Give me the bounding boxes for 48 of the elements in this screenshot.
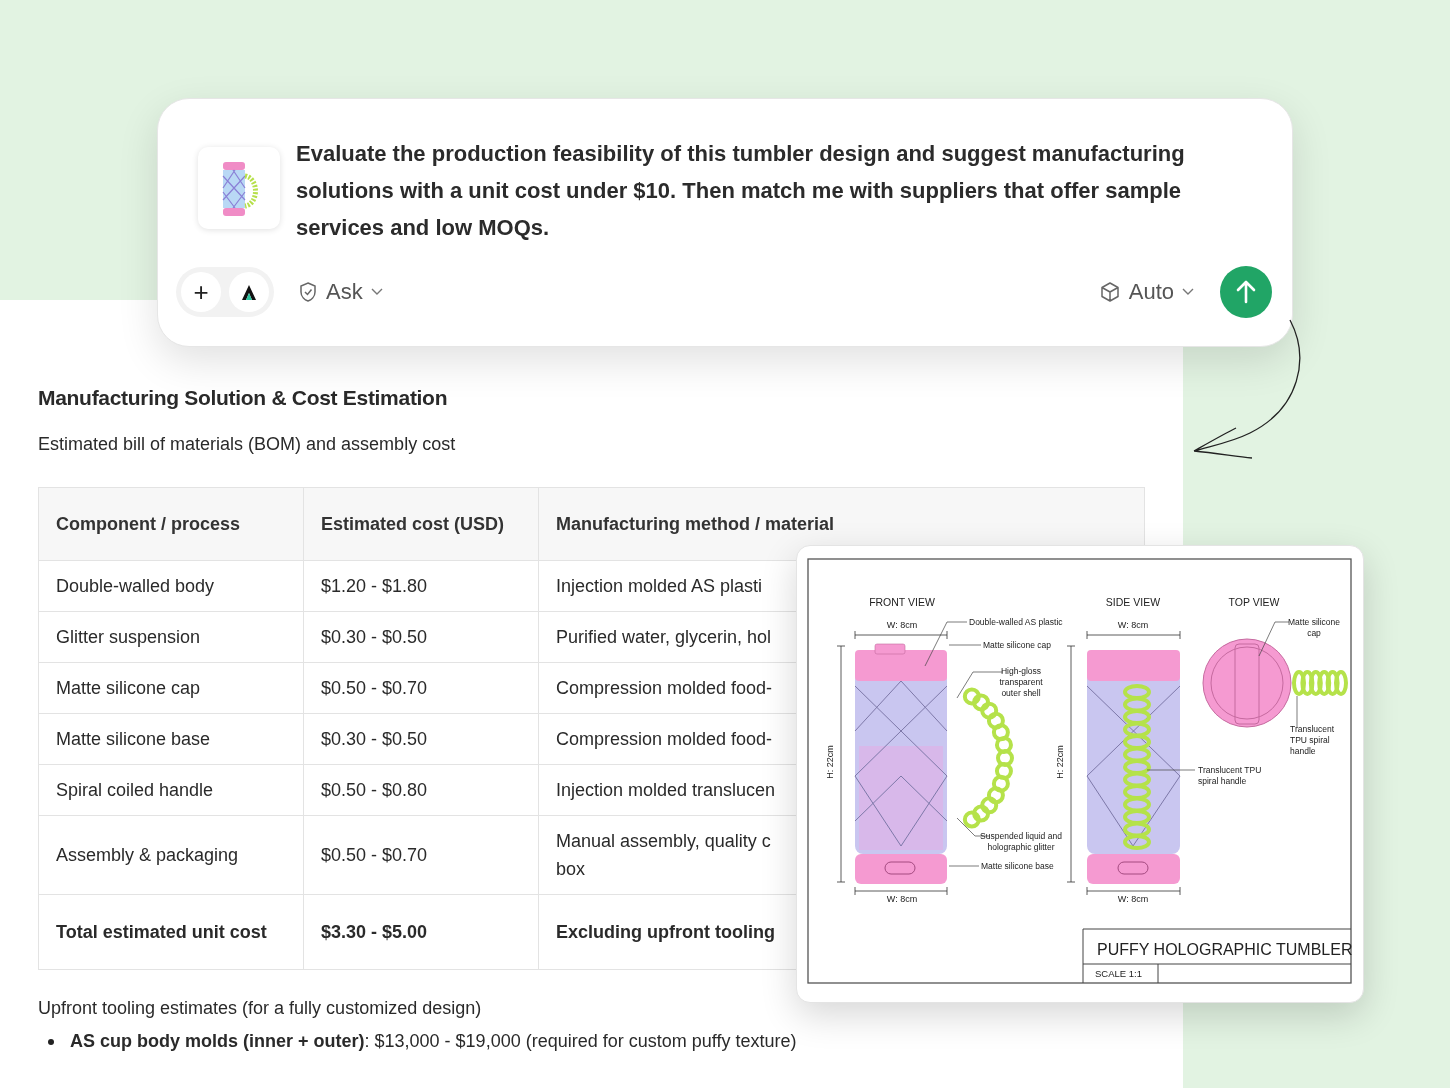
scale-label: SCALE 1:1 bbox=[1095, 968, 1142, 979]
table-cell: $3.30 - $5.00 bbox=[303, 895, 538, 969]
add-button[interactable]: + bbox=[181, 272, 221, 312]
chevron-down-icon bbox=[1182, 288, 1194, 296]
prompt-text: Evaluate the production feasibility of this tumbler design and suggest manufacturing solutions with a unit cost under $10. Then match me with suppliers that offer sample services and low MOQs. bbox=[296, 140, 1186, 242]
send-button[interactable] bbox=[1220, 266, 1272, 318]
table-cell: $0.50 - $0.80 bbox=[303, 765, 538, 815]
callout-label: High-gloss transparent outer shell bbox=[999, 666, 1043, 698]
section-subtitle: Estimated bill of materials (BOM) and assembly cost bbox=[38, 434, 457, 455]
logo-button[interactable] bbox=[229, 272, 269, 312]
shield-check-icon bbox=[298, 281, 318, 303]
table-cell-text: Double-walled body bbox=[55, 575, 216, 598]
callout-label: Double-walled AS plastic bbox=[969, 617, 1063, 627]
view-label: FRONT VIEW bbox=[869, 596, 935, 608]
table-cell-text: Assembly & packaging bbox=[55, 844, 240, 867]
cube-icon bbox=[1098, 281, 1121, 303]
table-cell-text: Total estimated unit cost bbox=[55, 921, 268, 944]
table-cell: $0.30 - $0.50 bbox=[303, 612, 538, 662]
dimension-label: W: 8cm bbox=[886, 620, 918, 630]
leader-line bbox=[1146, 769, 1196, 771]
bullet-icon bbox=[48, 1038, 54, 1045]
callout-label: Matte silicone cap bbox=[983, 640, 1052, 650]
column-header: Component / process bbox=[55, 513, 242, 536]
leader-line bbox=[948, 865, 980, 867]
table-cell: $1.20 - $1.80 bbox=[303, 561, 538, 611]
leader-line bbox=[1296, 695, 1298, 729]
table-cell: $0.30 - $0.50 bbox=[303, 714, 538, 764]
mode-dropdown[interactable]: Ask bbox=[298, 279, 383, 305]
table-cell-text: Matte silicone cap bbox=[55, 677, 202, 700]
callout-label: Matte silicone base bbox=[981, 861, 1054, 871]
dimension-label: W: 8cm bbox=[886, 894, 918, 904]
table-cell: $0.50 - $0.70 bbox=[303, 663, 538, 713]
callout-label: Translucent TPU spiral handle bbox=[1198, 765, 1262, 786]
chevron-down-icon bbox=[370, 288, 383, 296]
table-cell-text: Spiral coiled handle bbox=[55, 779, 215, 802]
tooling-intro: Upfront tooling estimates (for a fully customized design) bbox=[38, 998, 483, 1019]
section-title: Manufacturing Solution & Cost Estimation bbox=[38, 386, 449, 410]
leader-line bbox=[1258, 621, 1290, 657]
callout-label: Suspended liquid and holographic glitter bbox=[980, 831, 1062, 852]
view-label: TOP VIEW bbox=[1228, 596, 1280, 608]
model-dropdown[interactable]: Auto bbox=[1098, 279, 1194, 305]
callout-label: Translucent TPU spiral handle bbox=[1290, 724, 1335, 756]
table-cell-text: Glitter suspension bbox=[55, 626, 202, 649]
callout-label: Matte silicone cap bbox=[1288, 617, 1340, 638]
arrow-up-icon bbox=[1235, 280, 1257, 304]
tooling-item: AS cup body molds (inner + outer): $13,000 - $19,000 (required for custom puffy texture) bbox=[70, 1031, 797, 1052]
column-header: Estimated cost (USD) bbox=[303, 488, 538, 560]
table-cell-text: Matte silicone base bbox=[55, 728, 212, 751]
